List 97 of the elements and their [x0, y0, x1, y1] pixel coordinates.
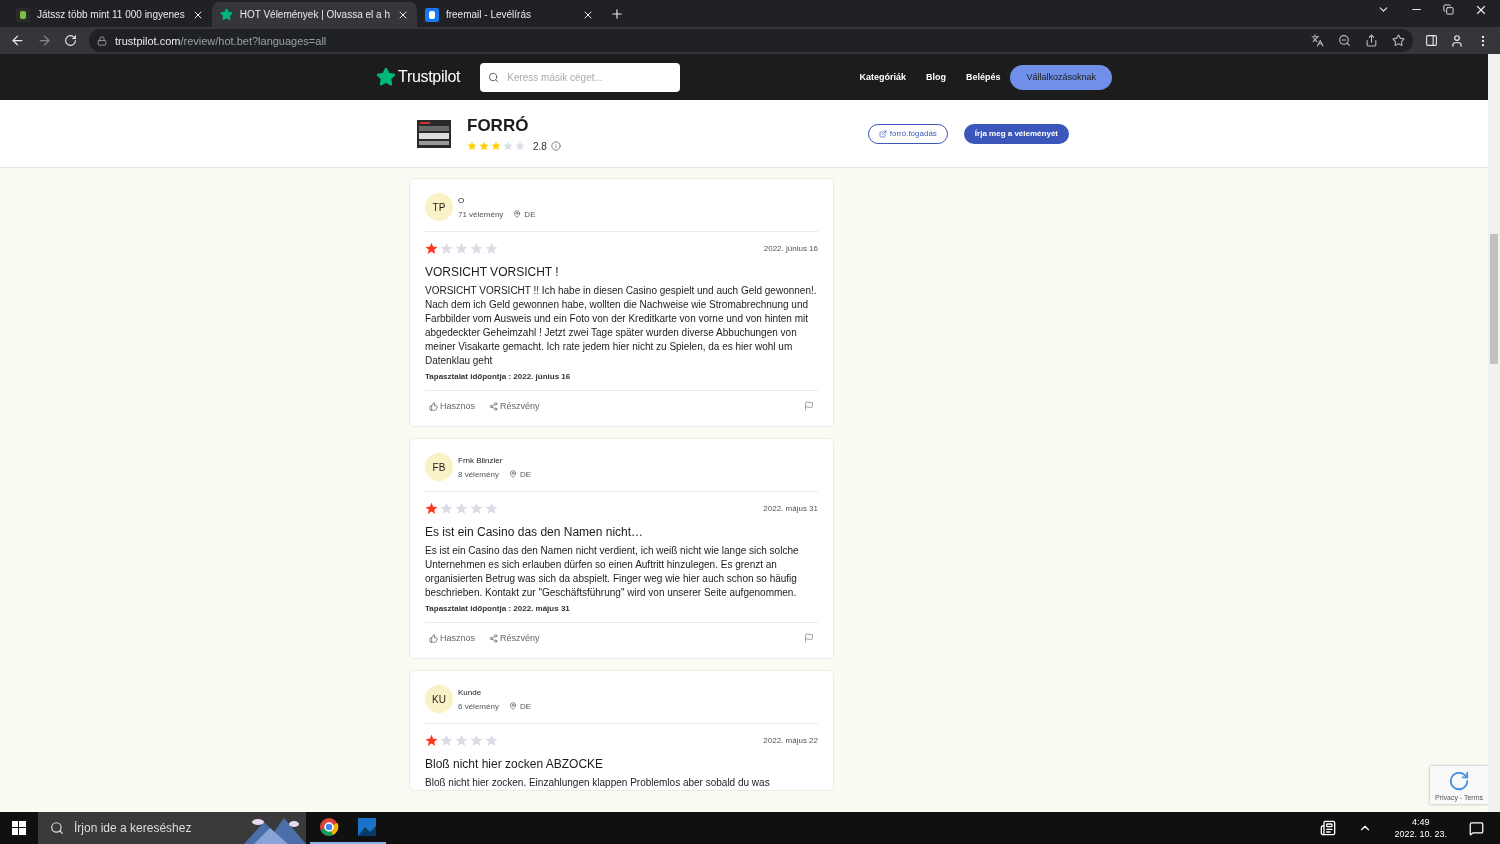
- thumbs-up-icon: [429, 633, 438, 643]
- review-count: 71 vélemény: [458, 209, 504, 219]
- trustpilot-logo[interactable]: Trustpilot: [376, 67, 461, 87]
- restore-icon[interactable]: [1443, 4, 1454, 15]
- thumbs-up-icon: [429, 401, 438, 411]
- profile-icon[interactable]: [1450, 33, 1464, 48]
- empty-star-icon: [503, 141, 513, 151]
- empty-star-icon: [470, 502, 483, 515]
- filled-star-icon: [491, 141, 501, 151]
- country: DE: [519, 469, 532, 479]
- nav-link[interactable]: Kategóriák: [859, 72, 906, 82]
- back-icon[interactable]: [10, 33, 25, 48]
- reload-icon[interactable]: [64, 34, 77, 47]
- review-text: Bloß nicht hier zocken. Einzahlungen klappen Problemlos aber sobald du was: [425, 776, 771, 790]
- share-icon: [489, 633, 498, 643]
- notification-icon[interactable]: [1469, 820, 1484, 836]
- nav-link[interactable]: Belépés: [965, 72, 1001, 82]
- avatar: KU: [425, 685, 453, 713]
- forward-icon[interactable]: [37, 33, 52, 48]
- company-thumbnail: [417, 119, 451, 148]
- star-icon: [219, 8, 233, 21]
- review-title[interactable]: VORSICHT VORSICHT !: [425, 265, 818, 279]
- filled-star-icon: [479, 141, 489, 151]
- zoom-out-icon[interactable]: [1338, 34, 1351, 47]
- reviewer-name[interactable]: Kunde: [458, 687, 532, 697]
- empty-star-icon: [455, 502, 468, 515]
- scrollbar[interactable]: [1488, 54, 1500, 812]
- search-field[interactable]: Keress másik céget...: [480, 62, 681, 92]
- review-text: VORSICHT VORSICHT !! Ich habe in diesen Casino gespielt und auch Geld gewonnen!. Nach dem ich Geld gewonnen habe, wollten die Nachweise wie Stromabrechnung und Farbbilder vom Ausweis und ein Foto von der Kreditkarte von vorne und von hinten mit abgedeckter Geheimzahl ! Jetzt zwei Tage später wurden diverse Abbuchungen von meiner Visakarte gemacht. Ich rate jedem hier nicht zu Spielen, da es hier wohl um Datenklau geht: [425, 284, 818, 368]
- business-button[interactable]: Vállalkozásoknak: [1010, 64, 1112, 90]
- filled-star-icon: [425, 502, 438, 515]
- share-icon[interactable]: [1365, 34, 1378, 47]
- favicon-icon: [424, 7, 439, 22]
- reviewer-name[interactable]: Frnk Blinzler: [458, 455, 532, 465]
- filled-star-icon: [467, 141, 477, 151]
- country: DE: [519, 701, 532, 711]
- clock-date[interactable]: 2022. 10. 23.: [1394, 829, 1447, 839]
- favicon-icon: [16, 7, 30, 22]
- review-date: 2022. május 22: [763, 736, 818, 745]
- review-title[interactable]: Es ist ein Casino das den Namen nicht…: [425, 525, 818, 539]
- review-title[interactable]: Bloß nicht hier zocken ABZOCKE: [425, 757, 818, 771]
- empty-star-icon: [455, 242, 468, 255]
- empty-star-icon: [440, 734, 453, 747]
- bookmark-star-icon[interactable]: [1392, 34, 1405, 47]
- search-icon: [50, 821, 64, 835]
- side-panel-icon[interactable]: [1425, 34, 1438, 47]
- external-link-icon: [878, 129, 887, 138]
- experience-date: Tapasztalat időpontja : 2022. június 16: [425, 372, 572, 381]
- location-icon: [508, 470, 517, 478]
- nav-link[interactable]: Blog: [925, 72, 946, 82]
- empty-star-icon: [470, 734, 483, 747]
- avatar: TP: [425, 193, 453, 221]
- company-name: FORRÓ: [467, 115, 530, 136]
- empty-star-icon: [485, 242, 498, 255]
- tab-title: freemail - Levélírás: [445, 9, 532, 20]
- empty-star-icon: [470, 242, 483, 255]
- experience-date: Tapasztalat időpontja : 2022. május 31: [425, 604, 571, 613]
- browser-tab[interactable]: freemail - Levélírás: [416, 2, 602, 27]
- review-date: 2022. május 31: [763, 504, 818, 513]
- location-icon: [513, 210, 522, 218]
- clock-time[interactable]: 4:49: [1411, 817, 1430, 827]
- browser-tab[interactable]: Játssz több mint 11 000 ingyenes: [8, 2, 212, 27]
- url-path: /review/hot.bet?languages=all: [180, 34, 327, 47]
- location-icon: [508, 702, 517, 710]
- filled-star-icon: [425, 734, 438, 747]
- news-icon[interactable]: [1320, 820, 1337, 836]
- review-date: 2022. június 16: [763, 244, 818, 253]
- country: DE: [524, 209, 536, 219]
- tab-title: Játssz több mint 11 000 ingyenes: [37, 9, 185, 20]
- address-bar[interactable]: trustpilot.com/review/hot.bet?languages=all: [89, 29, 1413, 52]
- write-review-button[interactable]: Írja meg a véleményét: [963, 123, 1069, 144]
- windows-icon[interactable]: [12, 821, 26, 835]
- share-button[interactable]: Részvény: [489, 633, 540, 643]
- browser-tab[interactable]: HOT Vélemények | Olvassa el a h: [211, 2, 417, 27]
- helpful-button[interactable]: Hasznos: [429, 401, 475, 411]
- helpful-button[interactable]: Hasznos: [429, 633, 475, 643]
- lock-icon: [97, 35, 107, 46]
- empty-star-icon: [515, 141, 525, 151]
- filled-star-icon: [425, 242, 438, 255]
- share-icon: [489, 401, 498, 411]
- empty-star-icon: [440, 242, 453, 255]
- empty-star-icon: [485, 502, 498, 515]
- share-button[interactable]: Részvény: [489, 401, 540, 411]
- tab-title: HOT Vélemények | Olvassa el a h: [239, 9, 390, 20]
- review-count: 8 vélemény: [458, 469, 499, 479]
- trust-score: 2.8: [533, 140, 547, 152]
- empty-star-icon: [440, 502, 453, 515]
- review-text: Es ist ein Casino das den Namen nicht verdient, ich weiß nicht wie lange sich solche Unternehmen es sich erlauben dürfen so einen Auftritt hinzulegen. Es grenzt an organisierten Betrug was sich da abspielt. Finger weg wie hier auch schon so häufig beschrieben. Kontakt zur "Geschäftsführung" wird von unserer Seite aufgenommen.: [425, 544, 800, 600]
- search-icon: [488, 71, 500, 83]
- new-tab-icon[interactable]: [609, 7, 624, 21]
- review-count: 6 vélemény: [458, 701, 499, 711]
- empty-star-icon: [485, 734, 498, 747]
- url-host: trustpilot.com: [115, 34, 181, 47]
- empty-star-icon: [455, 734, 468, 747]
- reviewer-name[interactable]: O: [458, 195, 536, 205]
- translate-icon[interactable]: [1311, 34, 1324, 47]
- avatar: FB: [425, 453, 453, 481]
